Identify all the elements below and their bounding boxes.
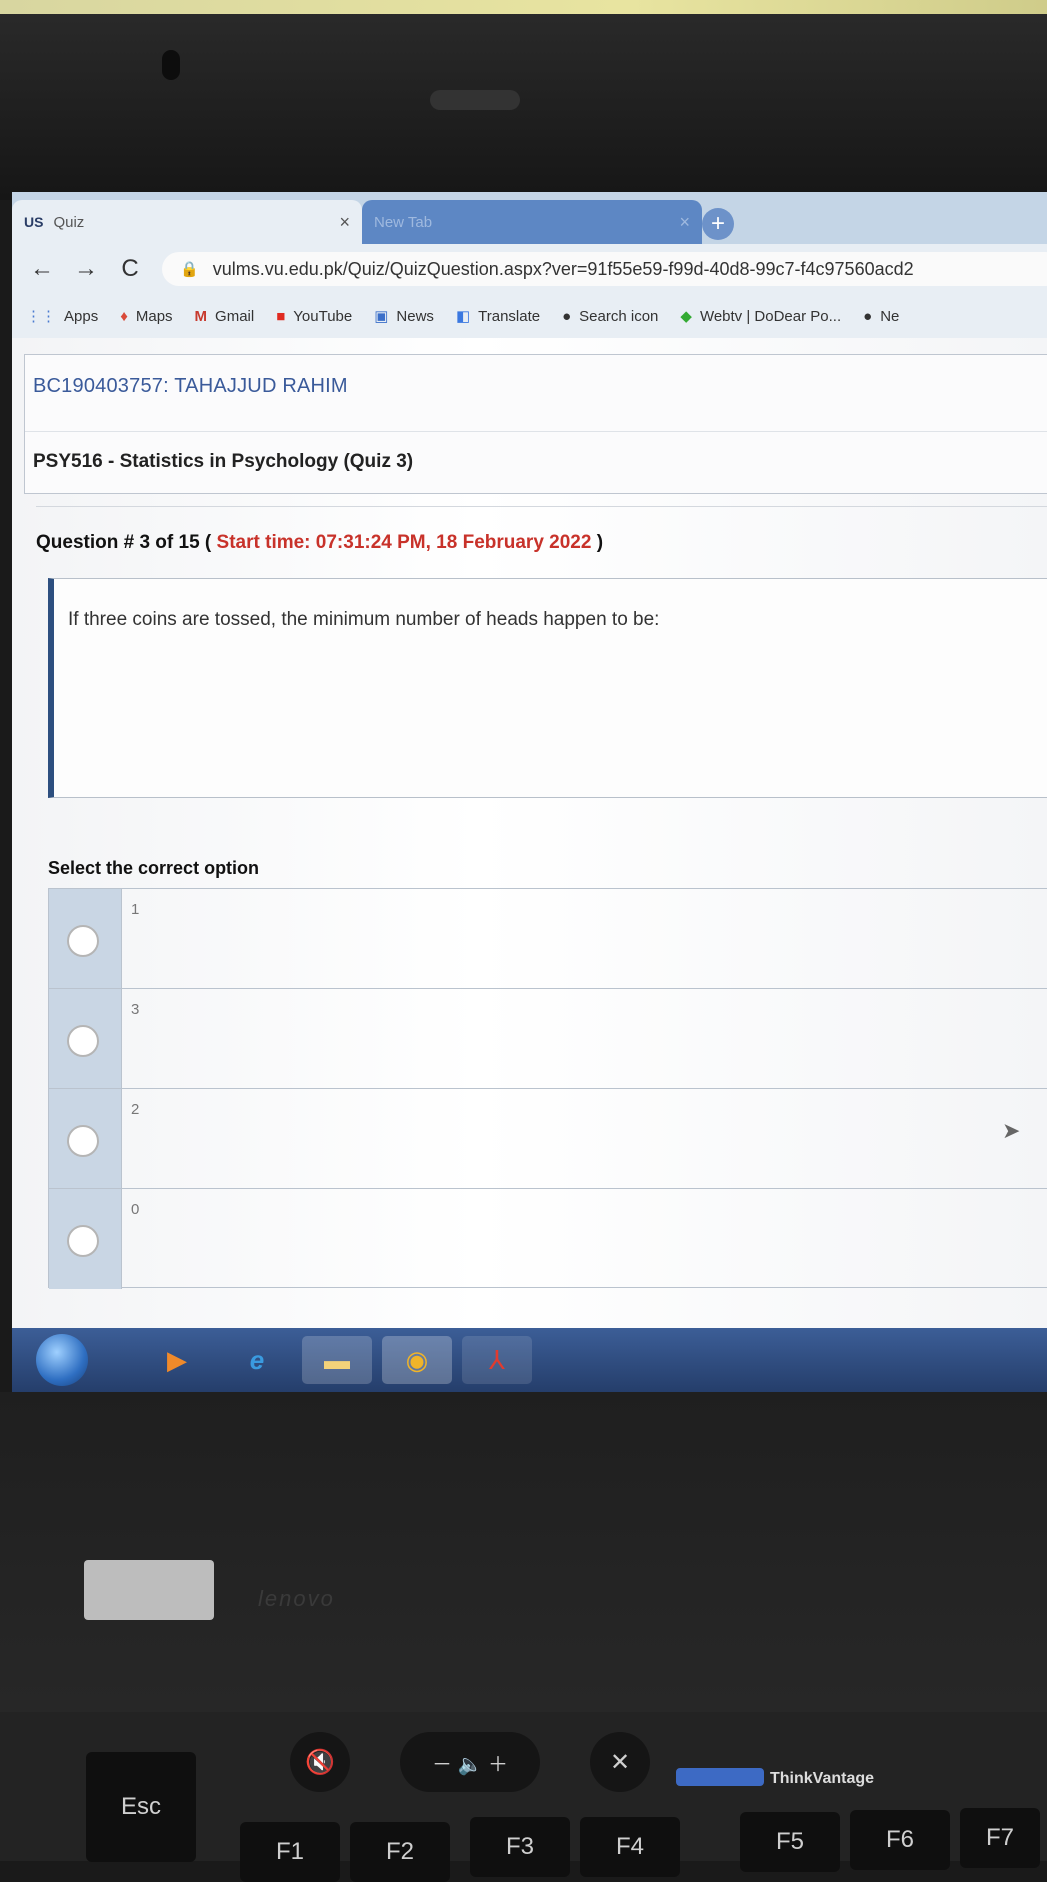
brand-logo: lenovo (258, 1586, 335, 1611)
reload-icon[interactable]: C (116, 255, 144, 283)
option-text: 2 (131, 1101, 140, 1118)
options-table: 1 3 2 0 (48, 888, 1047, 1289)
radio-cell (49, 1189, 122, 1289)
mic-mute-button[interactable]: ✕ (590, 1732, 650, 1792)
option-text: 1 (131, 901, 140, 918)
bookmark-search-icon[interactable]: ● Search icon (562, 308, 658, 325)
select-option-label: Select the correct option (48, 858, 260, 878)
webcam (430, 90, 520, 110)
vu-favicon-icon: US (24, 214, 44, 230)
option-radio[interactable] (67, 1025, 99, 1057)
key-f1[interactable]: F1 (240, 1822, 340, 1882)
volume-buttons[interactable]: － 🔈 ＋ (400, 1732, 540, 1792)
url-text: vulms.vu.edu.pk/Quiz/QuizQuestion.aspx?v… (212, 258, 914, 279)
option-row[interactable]: 1 (49, 889, 1047, 989)
mute-button[interactable]: 🔇 (290, 1732, 350, 1792)
option-radio[interactable] (67, 1125, 99, 1157)
bezel-sensor (162, 50, 180, 80)
file-explorer-icon[interactable]: ▬ (302, 1336, 372, 1384)
bookmark-apps[interactable]: ⋮⋮ Apps (26, 307, 98, 326)
internet-explorer-icon[interactable]: e (222, 1336, 292, 1384)
laptop-screen: US Quiz × New Tab × + ← → C 🔒 vulms.vu.e… (12, 192, 1047, 1392)
key-f6[interactable]: F6 (850, 1810, 950, 1870)
bookmark-translate[interactable]: ◧ Translate (455, 307, 540, 326)
forward-arrow-icon[interactable]: → (72, 255, 100, 283)
key-f5[interactable]: F5 (740, 1812, 840, 1872)
media-player-icon[interactable]: ▶ (142, 1336, 212, 1384)
radio-cell (49, 1089, 122, 1188)
tab-title: New Tab (374, 213, 433, 231)
hinge (84, 1560, 214, 1620)
close-icon[interactable]: × (679, 212, 690, 233)
thinkvantage-button[interactable] (676, 1768, 764, 1786)
key-f4[interactable]: F4 (580, 1817, 680, 1877)
divider (36, 506, 1047, 507)
close-icon[interactable]: × (339, 212, 350, 233)
tab-title: Quiz (53, 213, 85, 231)
globe-icon: ● (562, 307, 572, 325)
question-box: If three coins are tossed, the minimum n… (48, 578, 1047, 798)
key-f3[interactable]: F3 (470, 1817, 570, 1877)
bookmark-icon: ◆ (680, 308, 692, 325)
question-number: Question # 3 of 15 ( Start time: 07:31:2… (36, 532, 604, 553)
option-radio[interactable] (67, 925, 99, 957)
bookmark-maps[interactable]: ♦ Maps (120, 308, 172, 325)
student-id-name: BC190403757: TAHAJJUD RAHIM (33, 375, 348, 397)
course-title: PSY516 - Statistics in Psychology (Quiz … (33, 451, 414, 472)
radio-cell (49, 889, 122, 988)
tab-new-tab[interactable]: New Tab × (362, 200, 702, 244)
youtube-icon: ■ (276, 307, 286, 325)
keyboard-top-row: Esc 🔇 － 🔈 ＋ ✕ ThinkVantage F1 F2 F3 F4 F… (0, 1712, 1047, 1882)
thinkvantage-label: ThinkVantage (770, 1770, 875, 1787)
address-bar[interactable]: 🔒 vulms.vu.edu.pk/Quiz/QuizQuestion.aspx… (162, 252, 1047, 286)
new-tab-button[interactable]: + (702, 208, 734, 240)
address-row: ← → C 🔒 vulms.vu.edu.pk/Quiz/QuizQuestio… (12, 244, 1047, 294)
option-row[interactable]: 2 (49, 1089, 1047, 1189)
background-ceiling (0, 0, 1047, 14)
bookmark-webtv[interactable]: ◆ Webtv | DoDear Po... (680, 307, 841, 326)
option-text: 3 (131, 1001, 140, 1018)
key-esc[interactable]: Esc (86, 1752, 196, 1862)
start-button[interactable] (36, 1334, 88, 1386)
gmail-icon: M (194, 307, 208, 325)
chrome-icon[interactable]: ◉ (382, 1336, 452, 1384)
option-text: 0 (131, 1201, 140, 1218)
option-row[interactable]: 0 (49, 1189, 1047, 1289)
bookmark-news[interactable]: ▣ News (374, 307, 434, 326)
translate-icon: ◧ (455, 308, 471, 325)
quiz-header: BC190403757: TAHAJJUD RAHIM PSY516 - Sta… (24, 354, 1047, 494)
divider (25, 431, 1047, 432)
option-row[interactable]: 3 (49, 989, 1047, 1089)
acrobat-reader-icon[interactable]: ⅄ (462, 1336, 532, 1384)
quiz-page: BC190403757: TAHAJJUD RAHIM PSY516 - Sta… (12, 338, 1047, 1328)
apps-grid-icon: ⋮⋮ (26, 308, 56, 325)
mouse-cursor-icon: ➤ (1002, 1118, 1021, 1143)
radio-cell (49, 989, 122, 1088)
back-arrow-icon[interactable]: ← (28, 255, 56, 283)
bookmark-gmail[interactable]: M Gmail (195, 308, 255, 325)
news-icon: ▣ (374, 308, 389, 325)
start-time: Start time: 07:31:24 PM, 18 February 202… (216, 532, 592, 553)
browser-tab-bar: US Quiz × New Tab × + (12, 192, 1047, 244)
option-radio[interactable] (67, 1225, 99, 1257)
bookmark-youtube[interactable]: ■ YouTube (276, 308, 352, 325)
windows-taskbar: ▶ e ▬ ◉ ⅄ (12, 1328, 1047, 1392)
lock-icon: 🔒 (180, 261, 199, 278)
maps-icon: ♦ (120, 307, 128, 325)
question-text: If three coins are tossed, the minimum n… (68, 609, 660, 630)
laptop-body: lenovo Esc 🔇 － 🔈 ＋ ✕ ThinkVantage F1 F2 … (0, 1392, 1047, 1882)
tab-quiz[interactable]: US Quiz × (12, 200, 362, 244)
key-f7[interactable]: F7 (960, 1808, 1040, 1868)
bookmarks-bar: ⋮⋮ Apps ♦ Maps M Gmail ■ YouTube ▣ News ◧ Tran… (12, 294, 1047, 339)
bookmark-ne[interactable]: ● Ne (863, 308, 899, 325)
laptop-top-bezel (0, 0, 1047, 200)
key-f2[interactable]: F2 (350, 1822, 450, 1882)
globe-icon: ● (863, 307, 873, 325)
